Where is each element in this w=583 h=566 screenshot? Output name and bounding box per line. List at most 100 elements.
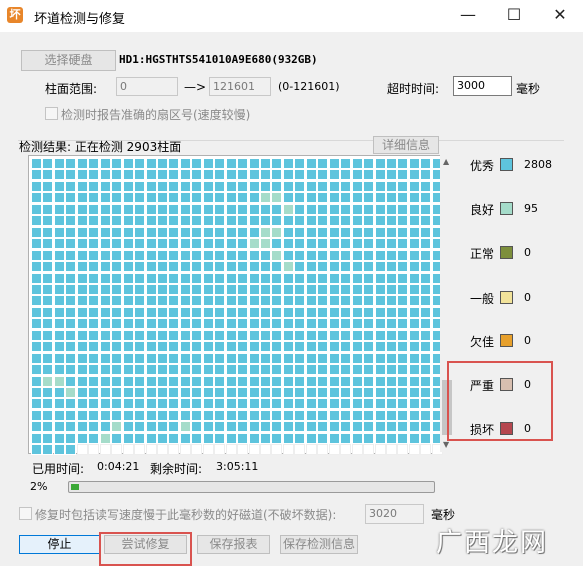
- cylinder-cell: [260, 238, 271, 250]
- cylinder-cell: [328, 249, 340, 261]
- cylinder-cell: [248, 318, 260, 330]
- cylinder-cell: [408, 318, 420, 330]
- cylinder-cell: [351, 341, 363, 353]
- cylinder-cell: [99, 306, 111, 318]
- cylinder-cell: [76, 283, 88, 295]
- legend-swatch: [500, 202, 513, 215]
- cylinder-cell: [420, 329, 432, 341]
- cylinder-cell: [202, 352, 214, 364]
- cylinder-cell: [53, 169, 65, 181]
- cylinder-cell: [282, 169, 294, 181]
- cylinder-cell: [145, 295, 157, 307]
- cylinder-cell: [317, 192, 329, 204]
- cylinder-cell: [374, 387, 386, 398]
- scroll-up-icon[interactable]: ▲: [443, 157, 449, 166]
- cylinder-cell: [111, 329, 123, 341]
- cylinder-cell: [363, 192, 375, 204]
- cylinder-cell: [134, 352, 146, 364]
- timeout-input[interactable]: 3000: [453, 76, 512, 96]
- repair-threshold-input[interactable]: 3020: [365, 504, 424, 524]
- cylinder-cell: [385, 169, 397, 181]
- cylinder-cell: [179, 329, 191, 341]
- range-start-input[interactable]: 0: [116, 77, 178, 96]
- cylinder-cell: [88, 444, 100, 456]
- cylinder-cell: [191, 352, 203, 364]
- cylinder-cell: [42, 398, 54, 410]
- cylinder-cell: [408, 375, 420, 387]
- cylinder-cell: [317, 409, 329, 421]
- cylinder-cell: [214, 180, 226, 192]
- cylinder-cell: [294, 352, 306, 364]
- cylinder-cell: [271, 387, 283, 398]
- cylinder-cell: [53, 249, 65, 261]
- scroll-down-icon[interactable]: ▼: [443, 440, 449, 449]
- cylinder-cell: [76, 364, 88, 376]
- select-disk-button[interactable]: 选择硬盘: [21, 50, 116, 71]
- cylinder-cell: [179, 306, 191, 318]
- cylinder-cell: [237, 192, 249, 204]
- cylinder-cell: [305, 180, 317, 192]
- cylinder-cell: [351, 215, 363, 227]
- range-end-input[interactable]: 121601: [209, 77, 271, 96]
- cylinder-cell: [42, 432, 54, 444]
- cylinder-cell: [248, 295, 260, 307]
- cylinder-cell: [53, 180, 65, 192]
- cylinder-cell: [31, 444, 42, 456]
- cylinder-cell: [111, 409, 123, 421]
- close-icon[interactable]: ✕: [537, 0, 583, 32]
- cylinder-cell: [214, 306, 226, 318]
- cylinder-cell: [420, 192, 432, 204]
- save-info-button[interactable]: 保存检测信息: [280, 535, 358, 554]
- report-sector-checkbox[interactable]: [45, 107, 58, 120]
- cylinder-cell: [351, 318, 363, 330]
- cylinder-cell: [122, 364, 134, 376]
- cylinder-cell: [225, 421, 237, 433]
- cylinder-cell: [420, 226, 432, 238]
- cylinder-cell: [88, 421, 100, 433]
- maximize-icon[interactable]: ☐: [491, 0, 537, 32]
- cylinder-cell: [134, 306, 146, 318]
- cylinder-cell: [214, 249, 226, 261]
- disk-info: HD1:HGSTHTS541010A9E680(932GB): [119, 53, 318, 66]
- cylinder-cell: [202, 295, 214, 307]
- cylinder-cell: [248, 341, 260, 353]
- cylinder-cell: [385, 364, 397, 376]
- cylinder-cell: [328, 375, 340, 387]
- details-button[interactable]: 详细信息: [373, 136, 439, 154]
- cylinder-cell: [294, 398, 306, 410]
- cylinder-cell: [134, 283, 146, 295]
- minimize-icon[interactable]: —: [445, 0, 491, 32]
- cylinder-cell: [248, 158, 260, 169]
- cylinder-cell: [363, 352, 375, 364]
- repair-slow-checkbox[interactable]: [19, 507, 32, 520]
- cylinder-cell: [351, 387, 363, 398]
- cylinder-cell: [191, 444, 203, 456]
- cylinder-cell: [294, 409, 306, 421]
- cylinder-cell: [134, 432, 146, 444]
- cylinder-cell: [111, 238, 123, 250]
- cylinder-cell: [202, 398, 214, 410]
- cylinder-cell: [385, 238, 397, 250]
- cylinder-cell: [168, 352, 180, 364]
- legend-swatch: [500, 158, 513, 171]
- cylinder-cell: [225, 249, 237, 261]
- cylinder-cell: [282, 283, 294, 295]
- cylinder-cell: [191, 283, 203, 295]
- cylinder-cell: [420, 409, 432, 421]
- cylinder-cell: [420, 375, 432, 387]
- cylinder-cell: [237, 318, 249, 330]
- cylinder-cell: [168, 249, 180, 261]
- stop-button[interactable]: 停止: [19, 535, 100, 554]
- cylinder-cell: [374, 203, 386, 215]
- cylinder-cell: [385, 180, 397, 192]
- cylinder-cell: [328, 295, 340, 307]
- cylinder-cell: [420, 272, 432, 284]
- cylinder-cell: [214, 238, 226, 250]
- cylinder-cell: [214, 329, 226, 341]
- cylinder-cell: [282, 421, 294, 433]
- cylinder-cell: [122, 169, 134, 181]
- save-report-button[interactable]: 保存报表: [197, 535, 270, 554]
- cylinder-cell: [385, 432, 397, 444]
- cylinder-cell: [237, 306, 249, 318]
- cylinder-cell: [282, 192, 294, 204]
